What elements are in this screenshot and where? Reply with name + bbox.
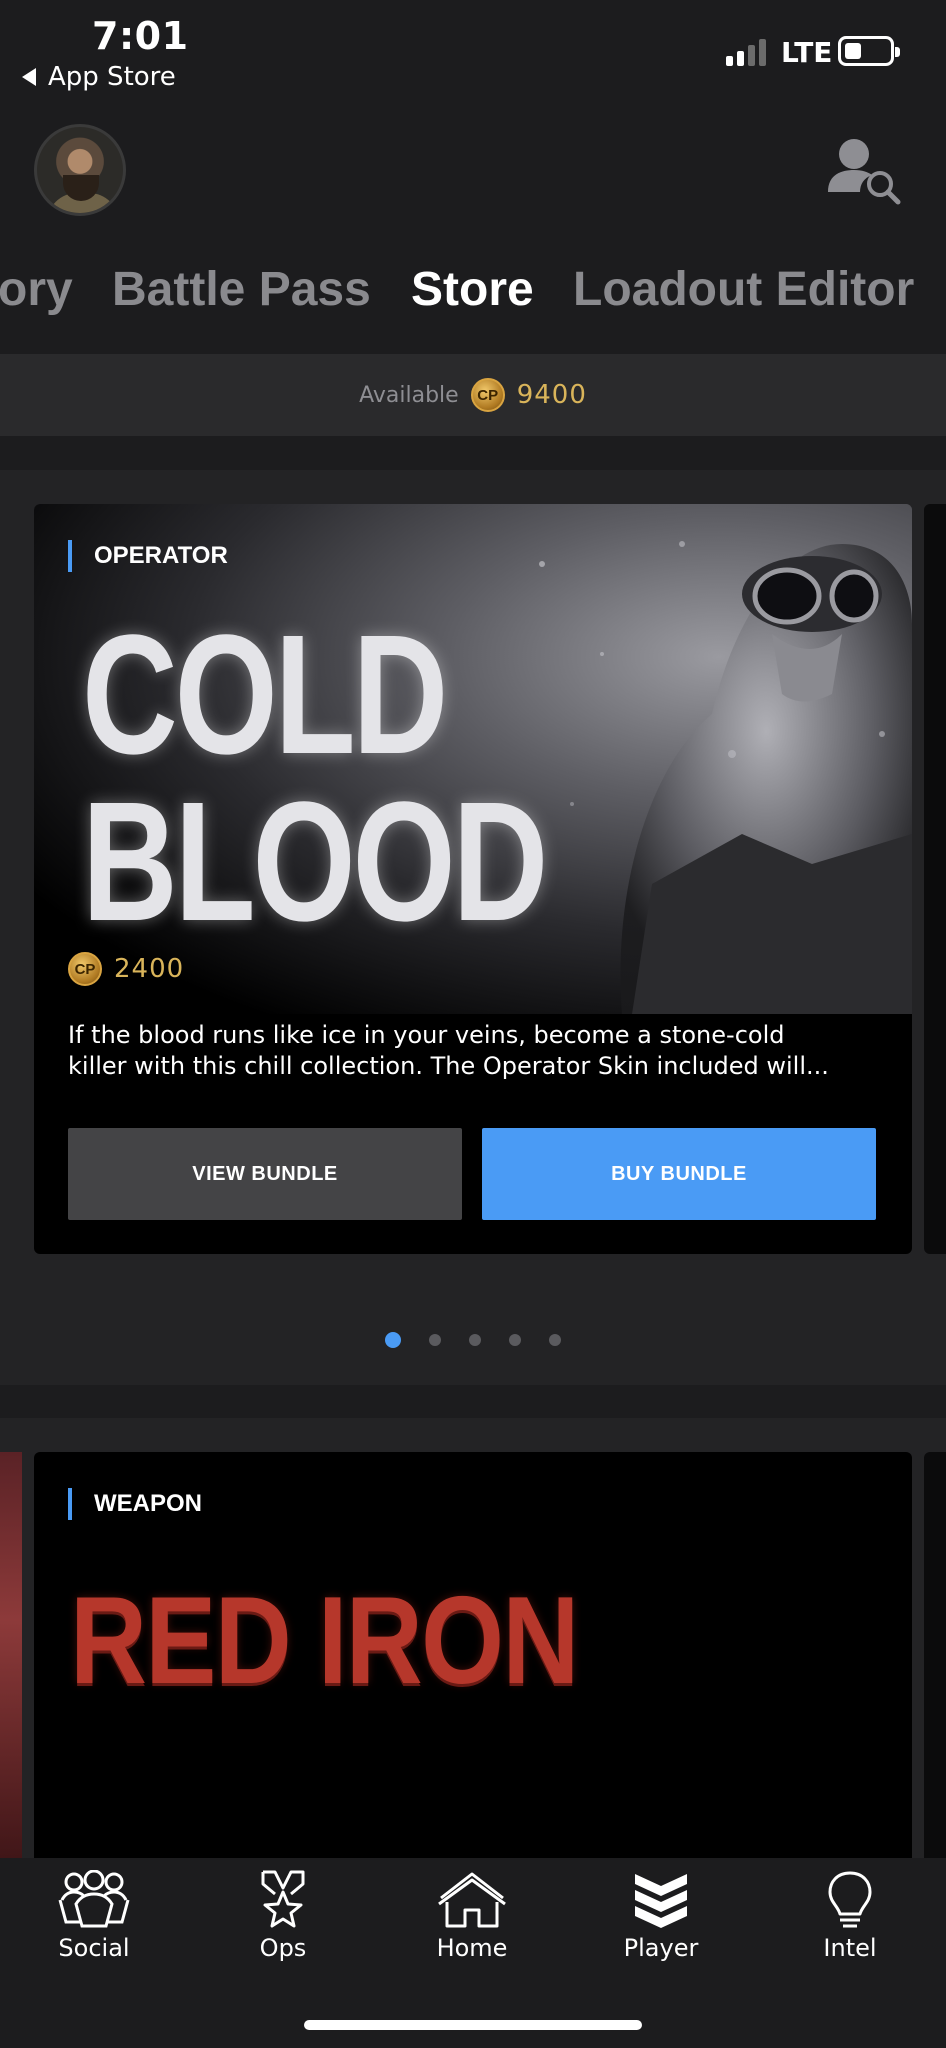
- tab-store[interactable]: Store: [411, 262, 534, 317]
- bundle-title-line: BLOOD: [82, 766, 548, 957]
- carousel-dot[interactable]: [549, 1334, 561, 1346]
- tab-loadout-editor[interactable]: Loadout Editor: [573, 262, 914, 317]
- view-bundle-button[interactable]: VIEW BUNDLE: [68, 1128, 462, 1220]
- nav-label: Player: [623, 1934, 699, 1962]
- bundle-category-tag: WEAPON: [68, 1488, 202, 1520]
- carousel-dot-active[interactable]: [385, 1332, 401, 1348]
- bundle-title: COLD BLOOD: [82, 600, 676, 957]
- player-chevrons-icon: [635, 1874, 687, 1928]
- next-card-peek[interactable]: [924, 504, 946, 1254]
- ops-medal-icon: [261, 1870, 305, 1928]
- nav-label: Intel: [823, 1934, 877, 1962]
- bundle-description-line: If the blood runs like ice in your veins…: [68, 1021, 785, 1049]
- cp-coin-icon: CP: [470, 378, 505, 412]
- network-type: LTE: [781, 36, 833, 69]
- available-label: Available: [359, 382, 459, 408]
- available-currency-bar: Available CP 9400: [0, 354, 946, 436]
- carousel-dot[interactable]: [509, 1334, 521, 1346]
- back-to-app-store-link[interactable]: App Store: [22, 62, 176, 92]
- bundle-card-red-iron[interactable]: WEAPON RED IRON: [34, 1452, 912, 1872]
- weapon-carousel[interactable]: WEAPON RED IRON: [0, 1418, 946, 1918]
- nav-label: Home: [436, 1934, 508, 1962]
- bundle-card-cold-blood[interactable]: OPERATOR COLD BLOOD CP 2400 If the blood…: [34, 504, 912, 1254]
- back-link-label: App Store: [48, 62, 176, 92]
- bundle-category-tag: OPERATOR: [68, 540, 228, 572]
- top-tab-bar: ory Battle Pass Store Loadout Editor: [0, 262, 946, 332]
- nav-label: Social: [58, 1934, 130, 1962]
- nav-player[interactable]: Player: [591, 1870, 731, 1962]
- profile-avatar[interactable]: [34, 124, 126, 216]
- status-bar: 7:01 App Store LTE: [0, 0, 946, 100]
- buy-bundle-button[interactable]: BUY BUNDLE: [482, 1128, 876, 1220]
- nav-intel[interactable]: Intel: [780, 1870, 920, 1962]
- nav-label: Ops: [259, 1934, 307, 1962]
- home-indicator[interactable]: [304, 2020, 642, 2030]
- app-screen: 7:01 App Store LTE ory Battle Pass Store…: [0, 0, 946, 2048]
- back-arrow-icon: [22, 68, 36, 86]
- social-icon: [58, 1870, 130, 1928]
- nav-ops[interactable]: Ops: [213, 1870, 353, 1962]
- carousel-dot[interactable]: [429, 1334, 441, 1346]
- player-search-icon[interactable]: [824, 134, 906, 206]
- bundle-description-line: killer with this chill collection. The O…: [68, 1052, 829, 1080]
- next-card-peek[interactable]: [924, 1452, 946, 1872]
- tab-battle-pass[interactable]: Battle Pass: [112, 262, 371, 317]
- carousel-dot[interactable]: [469, 1334, 481, 1346]
- bundle-title: RED IRON: [70, 1572, 579, 1710]
- nav-social[interactable]: Social: [24, 1870, 164, 1962]
- home-icon: [438, 1872, 506, 1928]
- nav-home[interactable]: Home: [402, 1870, 542, 1962]
- intel-lightbulb-icon: [828, 1871, 872, 1928]
- tab-history[interactable]: ory: [0, 262, 73, 317]
- bundle-price-amount: 2400: [114, 954, 185, 984]
- available-amount: 9400: [516, 380, 587, 410]
- bundle-title-line: COLD: [82, 600, 448, 790]
- battery-icon: [838, 36, 900, 66]
- carousel-pagination: [0, 1332, 946, 1348]
- status-time: 7:01: [92, 14, 189, 58]
- bundle-description: If the blood runs like ice in your veins…: [68, 1020, 888, 1082]
- cp-coin-icon: CP: [68, 952, 102, 986]
- previous-card-peek[interactable]: [0, 1452, 22, 1872]
- featured-carousel[interactable]: OPERATOR COLD BLOOD CP 2400 If the blood…: [0, 470, 946, 1385]
- bundle-price: CP 2400: [68, 952, 184, 986]
- signal-strength-icon: [726, 38, 766, 66]
